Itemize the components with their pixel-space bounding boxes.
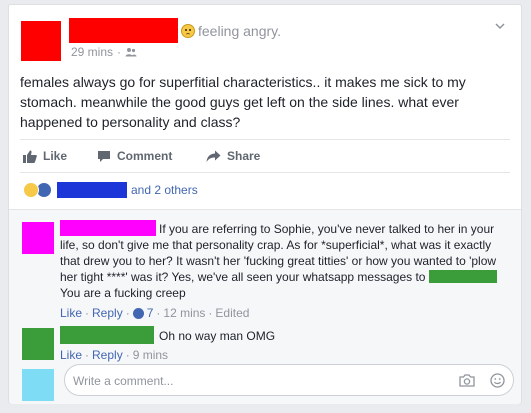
like-button[interactable]: Like — [23, 149, 67, 163]
comment-like-count[interactable]: 7 — [147, 306, 154, 320]
thumbs-up-icon — [23, 150, 37, 163]
angry-face-icon — [181, 24, 195, 38]
viewer-avatar — [22, 369, 54, 401]
reactions-others[interactable]: and 2 others — [131, 183, 198, 197]
separator-dot: · — [156, 306, 161, 320]
separator-dot: · — [117, 45, 122, 59]
share-button[interactable]: Share — [206, 149, 260, 163]
commenter-avatar[interactable] — [22, 222, 54, 254]
author-avatar[interactable] — [21, 21, 61, 61]
comment-actions: Like · Reply · 9 mins — [60, 348, 168, 362]
like-badge-icon — [132, 307, 144, 319]
share-arrow-icon — [206, 150, 221, 162]
comment-time[interactable]: 9 mins — [133, 348, 168, 362]
divider — [20, 139, 510, 140]
comment-input[interactable]: Write a comment... — [64, 364, 514, 396]
feeling-text: feeling angry. — [198, 23, 282, 39]
emoji-icon[interactable] — [490, 373, 505, 388]
reactor-name-redaction[interactable] — [57, 182, 127, 198]
comment-actions: Like · Reply · 7 · 12 mins · Edited — [60, 306, 249, 320]
commenter-name-redaction[interactable] — [60, 326, 154, 344]
separator-dot: · — [85, 348, 90, 362]
haha-icon — [23, 182, 39, 198]
feeling-status: feeling angry. — [181, 23, 281, 39]
author-name-redaction[interactable] — [69, 18, 178, 43]
comment-body-end: You are a fucking creep — [60, 286, 186, 300]
post-time[interactable]: 29 mins — [71, 45, 113, 59]
separator-dot: · — [85, 306, 90, 320]
comment-label: Comment — [117, 149, 173, 163]
chevron-down-icon[interactable] — [495, 21, 505, 31]
friends-icon[interactable] — [125, 47, 137, 57]
comment-reply-link[interactable]: Reply — [92, 306, 123, 320]
share-label: Share — [227, 149, 261, 163]
comment-button[interactable]: Comment — [97, 149, 172, 163]
comment-like-link[interactable]: Like — [60, 348, 82, 362]
comment-reply-link[interactable]: Reply — [92, 348, 123, 362]
post-text: females always go for superfitial charac… — [20, 74, 466, 130]
commenter-avatar[interactable] — [22, 328, 54, 360]
mention-redaction[interactable] — [428, 270, 497, 283]
comment-icon — [98, 150, 110, 162]
comment-placeholder: Write a comment... — [73, 374, 174, 388]
comment-like-link[interactable]: Like — [60, 306, 82, 320]
divider — [20, 172, 510, 173]
separator-dot: · — [208, 306, 213, 320]
comment-text: If you are referring to Sophie, you've n… — [60, 221, 500, 301]
like-label: Like — [43, 149, 68, 163]
comment-text: Oh no way man OMG — [159, 329, 276, 343]
comment-time[interactable]: 12 mins — [163, 306, 205, 320]
camera-icon[interactable] — [459, 374, 475, 387]
separator-dot: · — [125, 348, 130, 362]
separator-dot: · — [125, 306, 130, 320]
post-card: feeling angry. 29 mins · females always … — [8, 4, 522, 404]
reactions-summary[interactable]: and 2 others — [23, 182, 198, 198]
post-meta: 29 mins · — [71, 45, 137, 59]
comment-edited[interactable]: Edited — [215, 306, 249, 320]
